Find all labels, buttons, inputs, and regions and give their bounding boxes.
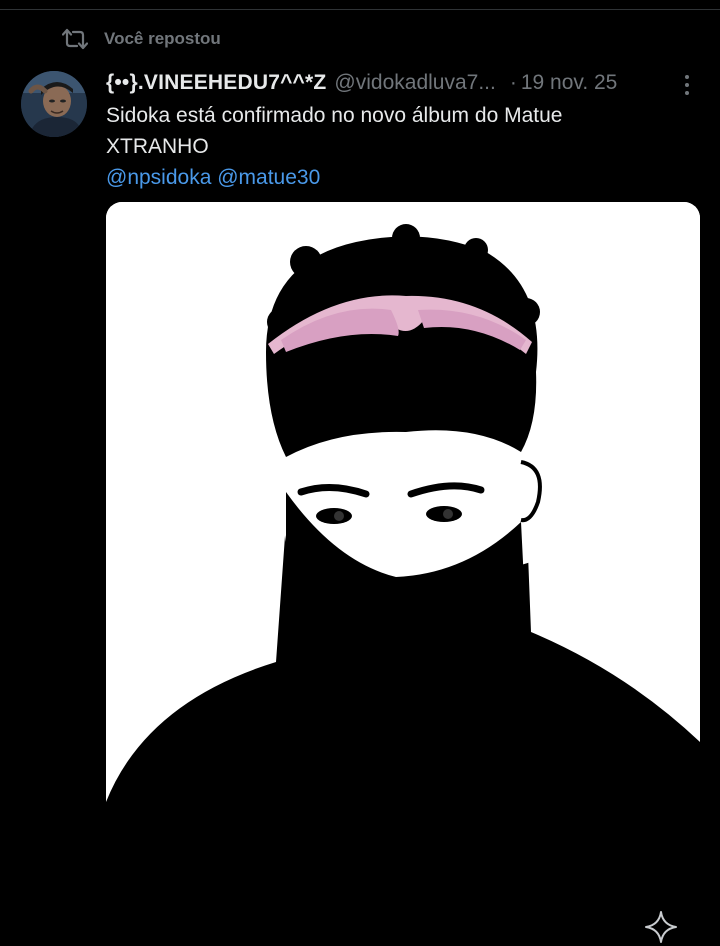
avatar[interactable] xyxy=(21,71,87,137)
tweet-header: {••}.VINEEHEDU7^^*Z @vidokadluva7... · 1… xyxy=(106,68,706,98)
more-vertical-icon[interactable] xyxy=(676,72,698,98)
header-separator: · xyxy=(509,71,517,94)
tweet-text-line-1: Sidoka está confirmado no novo álbum do … xyxy=(106,104,563,127)
tweet-date[interactable]: 19 nov. 25 xyxy=(521,71,618,95)
author-handle[interactable]: @vidokadluva7... xyxy=(334,71,495,95)
tweet-text-line-2: XTRANHO xyxy=(106,135,209,158)
tweet-text: Sidoka está confirmado no novo álbum do … xyxy=(106,100,676,162)
mention-link[interactable]: @matue30 xyxy=(217,166,320,189)
sparkle-icon[interactable] xyxy=(644,910,678,944)
mention-link[interactable]: @npsidoka xyxy=(106,166,211,189)
author-display-name[interactable]: {••}.VINEEHEDU7^^*Z xyxy=(106,71,326,95)
repost-label: Você repostou xyxy=(104,29,221,48)
timeline-divider xyxy=(0,0,720,10)
repost-banner[interactable]: Você repostou xyxy=(62,27,221,51)
tweet-mentions: @npsidoka @matue30 xyxy=(106,162,320,193)
tweet-media-photo[interactable] xyxy=(106,202,700,946)
repost-icon xyxy=(62,28,88,50)
